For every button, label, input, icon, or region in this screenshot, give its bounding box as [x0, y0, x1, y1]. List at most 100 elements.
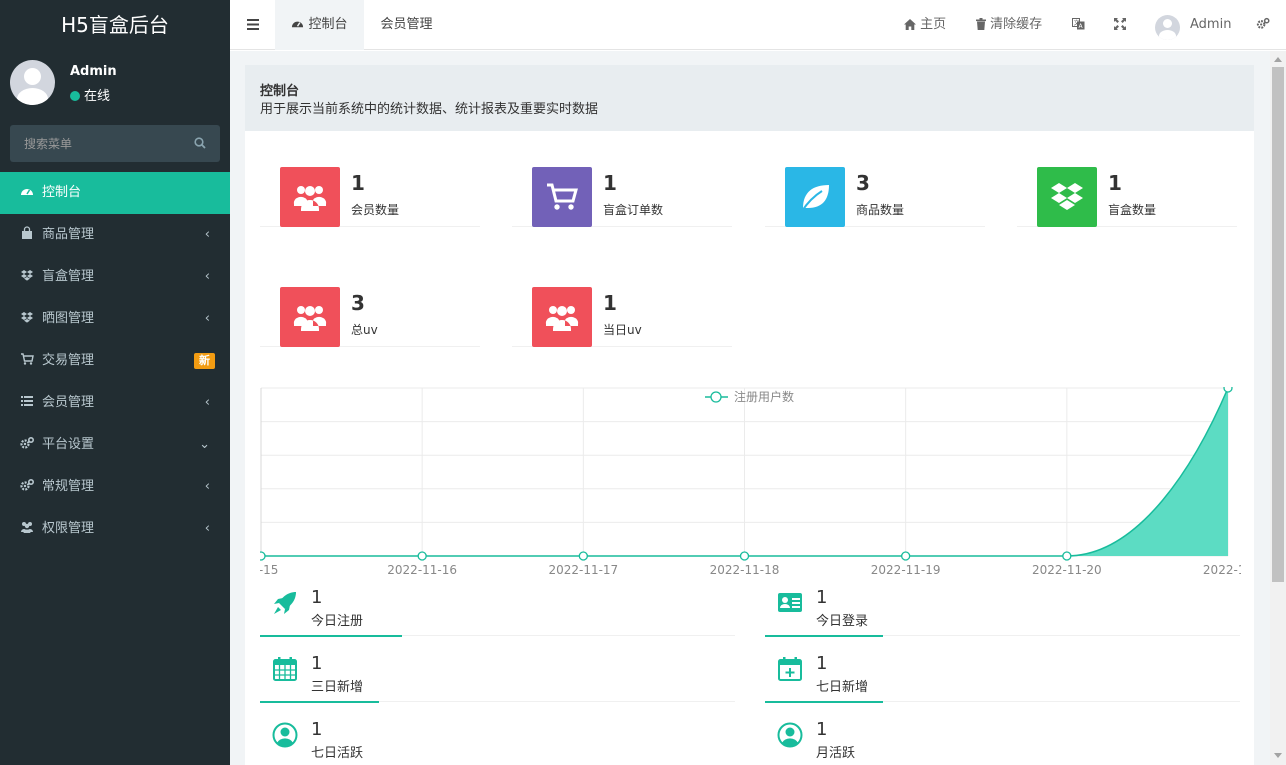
mini-stat-seven-day-active: 1 七日活跃	[260, 710, 735, 765]
stat-label: 盲盒数量	[1108, 203, 1157, 217]
user-circle-icon	[777, 722, 803, 748]
calendar-plus-icon	[778, 657, 802, 681]
scroll-up-icon[interactable]	[1274, 57, 1282, 62]
mini-stat-three-day-new: 1 三日新增	[260, 644, 735, 703]
registration-chart: 11-15 2022-11-16 2022-11-17 2022-11-18 2022-…	[260, 387, 1241, 582]
chevron-left-icon: ‹	[204, 311, 210, 326]
leaf-icon	[801, 185, 829, 212]
stat-box-total-uv: 3 总uv	[260, 265, 480, 347]
trash-icon	[976, 18, 986, 30]
dashboard-icon	[21, 189, 33, 195]
stat-value: 1	[1108, 171, 1122, 195]
sidebar-item-members[interactable]: 会员管理 ‹	[0, 382, 230, 424]
sidebar-item-label: 权限管理	[42, 521, 95, 536]
sidebar-item-permissions[interactable]: 权限管理 ‹	[0, 508, 230, 550]
sidebar-item-photos[interactable]: 晒图管理 ‹	[0, 298, 230, 340]
user-avatar[interactable]	[1155, 15, 1180, 40]
app-logo[interactable]: H5盲盒后台	[0, 0, 230, 50]
mini-stat-label: 三日新增	[311, 680, 364, 695]
user-status: 在线	[70, 85, 110, 104]
stat-value: 3	[351, 291, 365, 315]
chart-x-tick-label: 2022-11	[1203, 563, 1241, 577]
scroll-down-icon[interactable]	[1274, 753, 1282, 758]
stat-box-members: 1 会员数量	[260, 145, 480, 227]
cart-icon	[547, 183, 578, 210]
group-icon	[21, 522, 33, 533]
user-name: Admin	[70, 64, 117, 79]
top-navbar: 控制台 会员管理 主页 清除缓存 文A Admin	[230, 0, 1286, 50]
stat-box-goods: 3 商品数量	[765, 145, 985, 227]
chevron-left-icon: ‹	[204, 479, 210, 494]
stat-icon-box	[280, 167, 340, 227]
mini-stat-label: 今日注册	[311, 614, 364, 629]
list-icon	[21, 396, 33, 406]
chart-x-tick-label: 11-15	[260, 563, 278, 577]
search-icon[interactable]	[194, 137, 206, 149]
tab-members[interactable]: 会员管理	[364, 0, 449, 50]
tab-label: 控制台	[308, 17, 348, 32]
stat-value: 1	[603, 291, 617, 315]
chart-data-point	[260, 551, 266, 561]
sidebar-item-general[interactable]: 常规管理 ‹	[0, 466, 230, 508]
sidebar-item-label: 交易管理	[42, 353, 95, 368]
chart-x-tick-label: 2022-11-16	[387, 563, 457, 577]
sidebar-toggle-button[interactable]	[230, 0, 275, 50]
chevron-left-icon: ‹	[204, 395, 210, 410]
chevron-left-icon: ‹	[204, 521, 210, 536]
menu-search-input[interactable]	[10, 125, 190, 162]
fullscreen-button[interactable]	[1114, 0, 1126, 50]
chart-x-tick-label: 2022-11-18	[710, 563, 780, 577]
stat-icon-box	[532, 167, 592, 227]
menu-bars-icon	[247, 19, 259, 30]
dashboard-icon	[292, 21, 304, 28]
control-sidebar-button[interactable]	[1256, 0, 1270, 50]
sidebar-item-blindbox[interactable]: 盲盒管理 ‹	[0, 256, 230, 298]
cogs-icon	[1256, 17, 1270, 29]
sidebar-item-trade[interactable]: 交易管理 新	[0, 340, 230, 382]
new-badge: 新	[194, 353, 215, 369]
sidebar-item-label: 常规管理	[42, 479, 95, 494]
home-link[interactable]: 主页	[904, 0, 946, 50]
language-icon: 文A	[1072, 18, 1085, 30]
tab-dashboard[interactable]: 控制台	[275, 0, 364, 50]
dropbox-icon	[1051, 183, 1083, 210]
users-icon	[293, 306, 327, 331]
scrollbar[interactable]	[1270, 51, 1286, 765]
chart-svg: 11-15 2022-11-16 2022-11-17 2022-11-18 2022-…	[260, 387, 1241, 577]
mini-stat-label: 今日登录	[816, 614, 869, 629]
panel-description: 用于展示当前系统中的统计数据、统计报表及重要实时数据	[260, 102, 599, 117]
mini-stat-value: 1	[816, 653, 828, 674]
scroll-thumb[interactable]	[1272, 67, 1284, 582]
user-menu[interactable]: Admin	[1190, 0, 1231, 50]
clear-cache-button[interactable]: 清除缓存	[976, 0, 1042, 50]
menu-search	[10, 125, 220, 162]
sidebar-item-label: 商品管理	[42, 227, 95, 242]
stat-label: 商品数量	[856, 203, 905, 217]
mini-stat-value: 1	[311, 587, 323, 608]
stat-icon-box	[785, 167, 845, 227]
stat-label: 当日uv	[603, 323, 642, 337]
rocket-icon	[274, 592, 296, 614]
panel-header: 控制台 用于展示当前系统中的统计数据、统计报表及重要实时数据	[245, 65, 1254, 131]
mini-stat-label: 月活跃	[816, 746, 856, 761]
language-button[interactable]: 文A	[1072, 0, 1085, 50]
sidebar-item-goods[interactable]: 商品管理 ‹	[0, 214, 230, 256]
chevron-left-icon: ‹	[204, 227, 210, 242]
dropbox-icon	[21, 270, 33, 281]
expand-icon	[1114, 18, 1126, 30]
mini-stat-monthly-active: 1 月活跃	[765, 710, 1240, 765]
chart-data-point	[1223, 387, 1233, 393]
panel-title: 控制台	[260, 84, 300, 99]
cogs-icon	[20, 479, 34, 491]
sidebar-item-platform-settings[interactable]: 平台设置 ⌄	[0, 424, 230, 466]
user-panel: Admin 在线	[0, 50, 230, 112]
tab-label: 会员管理	[380, 17, 433, 32]
calendar-icon	[273, 657, 297, 681]
stat-value: 1	[603, 171, 617, 195]
sidebar-item-dashboard[interactable]: 控制台	[0, 172, 230, 214]
stat-label: 会员数量	[351, 203, 400, 217]
user-menu-label: Admin	[1190, 17, 1232, 32]
home-label: 主页	[920, 17, 947, 32]
users-icon	[545, 306, 579, 331]
mini-stat-value: 1	[311, 653, 323, 674]
